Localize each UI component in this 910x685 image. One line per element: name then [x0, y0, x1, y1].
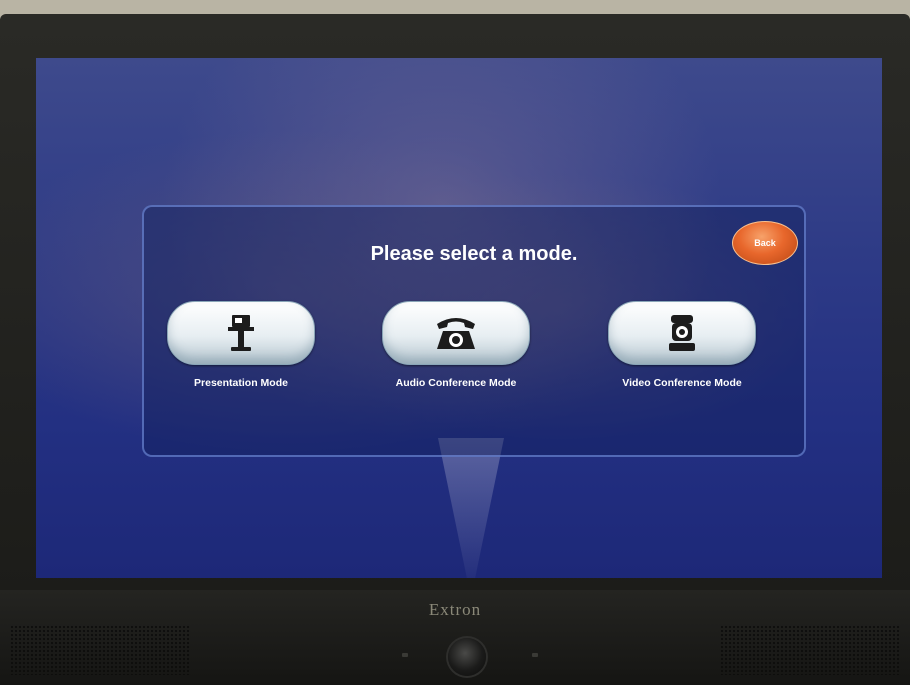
presentation-mode-button[interactable]: Presentation Mode	[166, 301, 316, 389]
right-speaker-grille	[720, 625, 900, 675]
podium-icon	[228, 315, 254, 351]
mode-select-dialog: Please select a mode. Back Presentation …	[142, 205, 806, 457]
screen-reflection	[438, 438, 504, 578]
dialog-title: Please select a mode.	[370, 243, 578, 265]
hardware-home-button[interactable]	[448, 638, 486, 676]
telephone-icon	[437, 318, 475, 349]
video-conference-mode-button[interactable]: Video Conference Mode	[602, 301, 762, 389]
video-conference-mode-pill[interactable]	[608, 301, 756, 365]
left-indicator-light	[402, 653, 408, 657]
brand-logo: Extron	[428, 600, 482, 619]
presentation-mode-label: Presentation Mode	[194, 377, 288, 389]
audio-conference-mode-button[interactable]: Audio Conference Mode	[380, 301, 532, 389]
presentation-mode-pill[interactable]	[167, 301, 315, 365]
camera-icon	[669, 315, 695, 351]
right-indicator-light	[532, 653, 538, 657]
audio-conference-mode-pill[interactable]	[382, 301, 530, 365]
left-speaker-grille	[10, 625, 190, 675]
video-conference-mode-label: Video Conference Mode	[622, 377, 742, 389]
touch-screen: Please select a mode. Back Presentation …	[36, 58, 882, 578]
audio-conference-mode-label: Audio Conference Mode	[395, 377, 517, 389]
back-button[interactable]: Back	[732, 221, 798, 265]
